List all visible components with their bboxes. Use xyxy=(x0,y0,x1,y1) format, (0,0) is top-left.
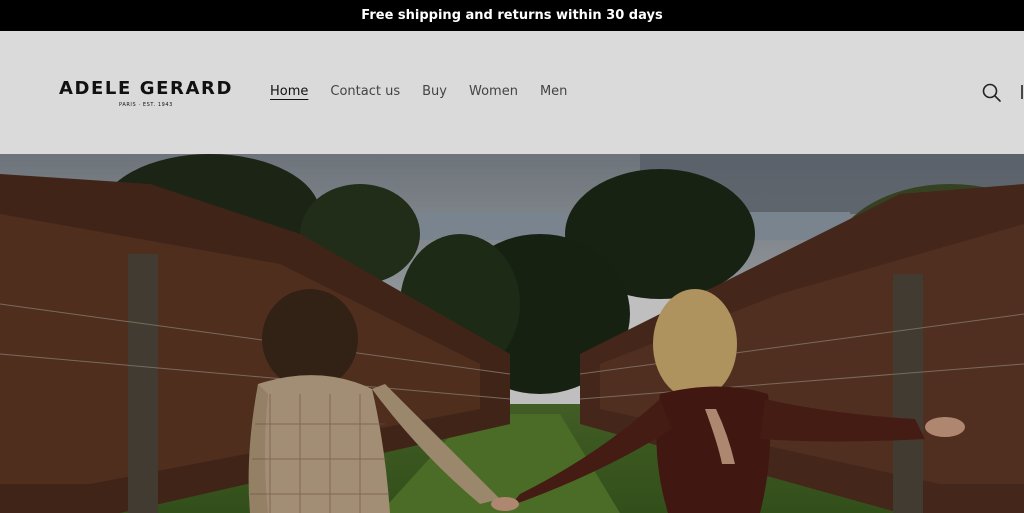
brand-logo[interactable]: ADELE GERARD PARIS · EST. 1943 xyxy=(58,79,234,109)
search-icon[interactable] xyxy=(981,82,1003,104)
site-header: ADELE GERARD PARIS · EST. 1943 Home Cont… xyxy=(0,32,1024,153)
brand-name: ADELE GERARD xyxy=(58,78,234,99)
nav-item-buy[interactable]: Buy xyxy=(422,83,447,101)
main-nav: Home Contact us Buy Women Men xyxy=(270,83,567,101)
nav-item-contact-us[interactable]: Contact us xyxy=(330,83,400,101)
nav-item-men[interactable]: Men xyxy=(540,83,567,101)
nav-item-home[interactable]: Home xyxy=(270,83,308,101)
nav-item-women[interactable]: Women xyxy=(469,83,518,101)
announcement-text: Free shipping and returns within 30 days xyxy=(361,8,663,23)
announcement-bar: Free shipping and returns within 30 days xyxy=(0,0,1024,31)
hero-image xyxy=(0,154,1024,513)
brand-tagline: PARIS · EST. 1943 xyxy=(119,102,173,108)
cart-icon[interactable] xyxy=(1019,84,1024,100)
